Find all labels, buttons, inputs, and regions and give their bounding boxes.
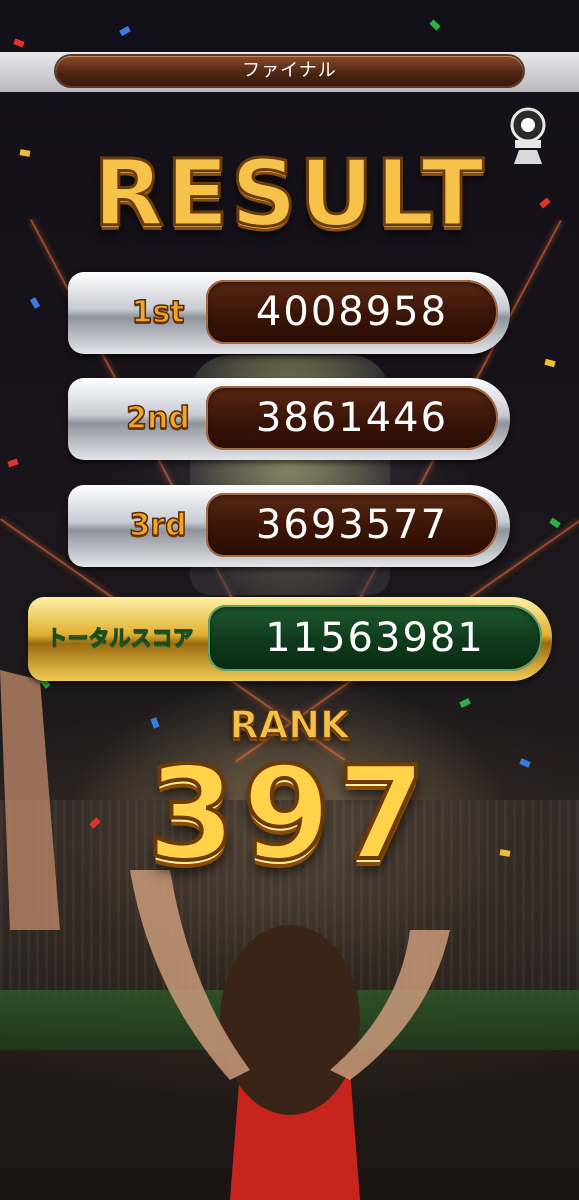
rank-value: 397 [145,738,433,891]
cheering-fan-figure [130,870,450,1200]
score-label-3rd: 3rd [129,507,188,544]
total-score-row: トータルスコア 11563981 [28,597,552,681]
result-title: RESULT [92,139,486,249]
total-score-label: トータルスコア [46,626,194,651]
score-value-2nd: 3861446 [206,386,498,450]
total-score-value: 11563981 [208,605,542,671]
score-label-2nd: 2nd [125,400,190,437]
score-row-3rd: 3rd 3693577 [68,485,510,567]
score-value-3rd: 3693577 [206,493,498,557]
score-value-1st: 4008958 [206,280,498,344]
round-title: ファイナル [56,56,523,86]
score-row-1st: 1st 4008958 [68,272,510,354]
score-row-2nd: 2nd 3861446 [68,378,510,460]
score-label-1st: 1st [131,294,186,331]
